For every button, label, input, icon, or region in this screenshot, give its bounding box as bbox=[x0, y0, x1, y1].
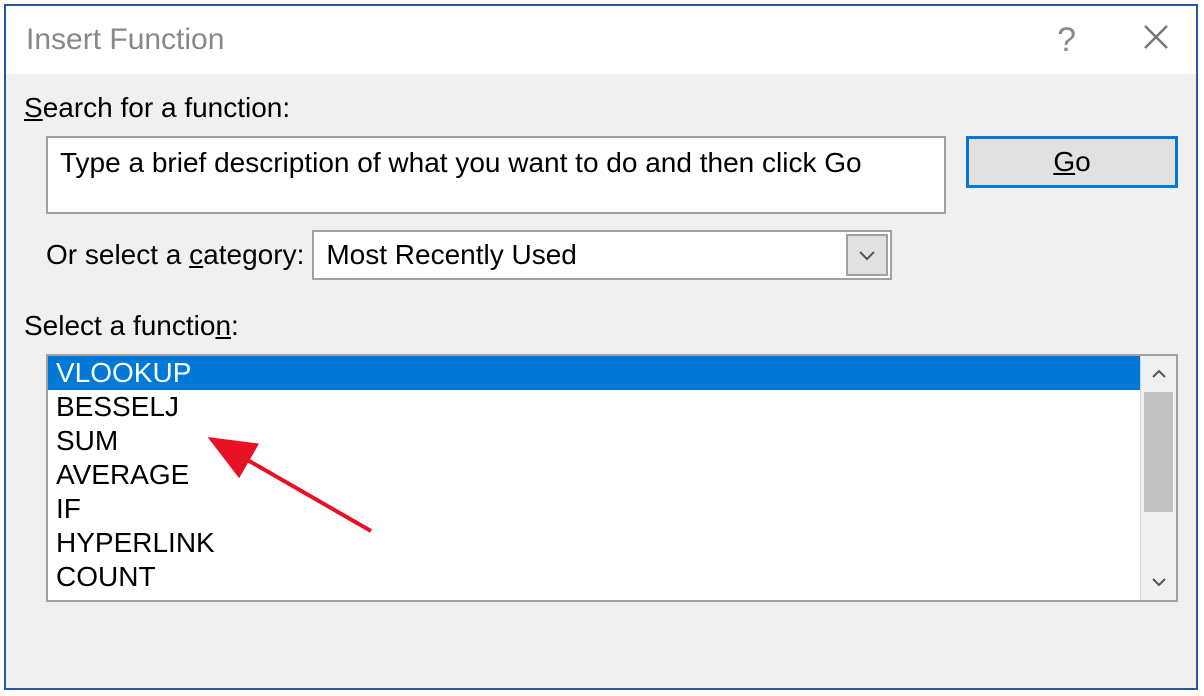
chevron-down-icon[interactable] bbox=[846, 234, 888, 276]
category-label: Or select a category: bbox=[46, 239, 304, 271]
scroll-thumb[interactable] bbox=[1144, 392, 1173, 512]
scrollbar[interactable] bbox=[1140, 356, 1176, 600]
search-label: Search for a function: bbox=[24, 92, 1178, 124]
category-value: Most Recently Used bbox=[326, 239, 577, 271]
category-select[interactable]: Most Recently Used bbox=[312, 230, 892, 280]
go-button[interactable]: Go bbox=[966, 136, 1178, 188]
search-input[interactable]: Type a brief description of what you wan… bbox=[46, 136, 946, 214]
list-item[interactable]: IF bbox=[48, 492, 1140, 526]
function-listbox[interactable]: VLOOKUPBESSELJSUMAVERAGEIFHYPERLINKCOUNT bbox=[46, 354, 1178, 602]
titlebar: Insert Function ? bbox=[6, 6, 1196, 74]
list-item[interactable]: VLOOKUP bbox=[48, 356, 1140, 390]
list-item[interactable]: BESSELJ bbox=[48, 390, 1140, 424]
scroll-up-icon[interactable] bbox=[1141, 356, 1176, 392]
scroll-track[interactable] bbox=[1141, 392, 1176, 564]
title-actions: ? bbox=[1057, 21, 1176, 60]
search-row: Type a brief description of what you wan… bbox=[24, 136, 1178, 214]
select-function-label: Select a function: bbox=[24, 310, 1178, 342]
close-icon[interactable] bbox=[1136, 22, 1176, 59]
list-item[interactable]: SUM bbox=[48, 424, 1140, 458]
dialog-title: Insert Function bbox=[26, 23, 224, 57]
list-item[interactable]: COUNT bbox=[48, 560, 1140, 594]
dialog-content: Search for a function: Type a brief desc… bbox=[6, 74, 1196, 602]
category-row: Or select a category: Most Recently Used bbox=[24, 230, 1178, 280]
function-list[interactable]: VLOOKUPBESSELJSUMAVERAGEIFHYPERLINKCOUNT bbox=[48, 356, 1140, 600]
scroll-down-icon[interactable] bbox=[1141, 564, 1176, 600]
help-icon[interactable]: ? bbox=[1057, 21, 1076, 60]
list-item[interactable]: AVERAGE bbox=[48, 458, 1140, 492]
list-item[interactable]: HYPERLINK bbox=[48, 526, 1140, 560]
insert-function-dialog: Insert Function ? Search for a function:… bbox=[4, 4, 1198, 690]
